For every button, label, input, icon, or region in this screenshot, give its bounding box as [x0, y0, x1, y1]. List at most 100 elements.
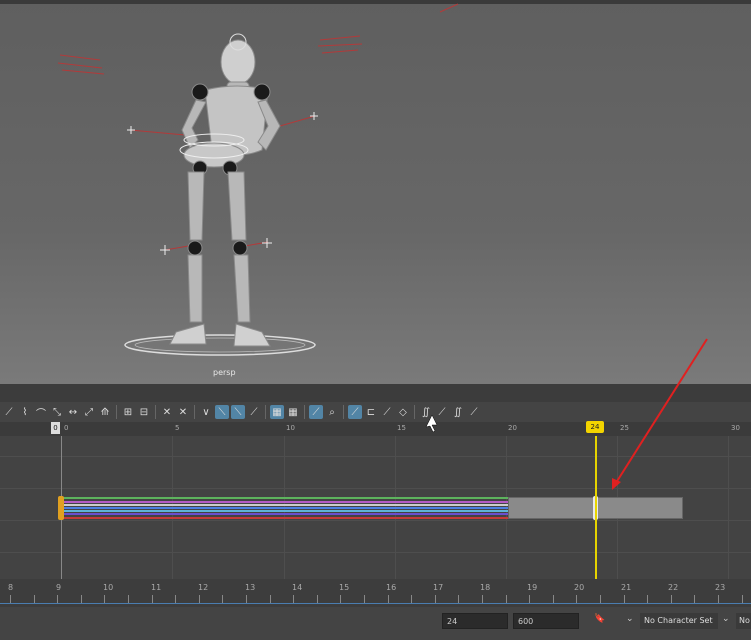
slider-tick	[600, 595, 601, 603]
slider-label: 17	[433, 583, 444, 592]
toolbar-separator	[194, 405, 195, 419]
viewport-persp[interactable]: persp	[0, 0, 751, 384]
graph-time-ruler[interactable]: 0 5 10 15 20 25 30	[0, 422, 751, 436]
spline-tangent-icon[interactable]: ✕	[176, 405, 190, 419]
bookmark-icon[interactable]: 🔖	[594, 614, 605, 624]
ruler-label: 25	[620, 424, 629, 432]
slider-tick	[33, 595, 35, 603]
slider-tick	[57, 595, 59, 603]
lattice-icon[interactable]: ⌒	[34, 405, 48, 420]
toolbar-separator	[343, 405, 344, 419]
camera-label: persp	[213, 368, 236, 377]
range-slider-bar	[0, 607, 751, 640]
character-set-dropdown-2[interactable]: No	[736, 613, 751, 629]
slider-tick	[198, 595, 200, 603]
curve-cyan[interactable]	[62, 510, 508, 512]
start-frame-marker[interactable]: 0	[51, 422, 60, 434]
flat-tangent-icon[interactable]: ⟋	[247, 405, 261, 419]
slider-tick	[340, 595, 342, 603]
cycle-icon[interactable]: ∬	[451, 405, 465, 419]
curve-green[interactable]	[62, 497, 508, 499]
slider-tick	[411, 595, 413, 603]
curve-white[interactable]	[62, 504, 508, 506]
slider-tick	[151, 595, 153, 603]
linear-tangent-icon[interactable]: ∨	[199, 405, 213, 419]
free-weight-icon[interactable]: ⟋	[309, 405, 323, 419]
slider-label: 9	[56, 583, 62, 592]
stats-icon[interactable]: ⊟	[137, 405, 151, 419]
slider-tick	[505, 595, 507, 603]
region-icon[interactable]: ⤡	[50, 405, 64, 419]
time-slider-track	[0, 603, 751, 604]
center-icon[interactable]: ⊞	[121, 405, 135, 419]
ruler-label: 30	[731, 424, 740, 432]
slider-tick	[80, 595, 82, 603]
slider-tick	[222, 595, 224, 603]
slider-tick	[434, 595, 436, 603]
pre-infinity-icon[interactable]: ∬	[419, 405, 433, 419]
stepped-tangent-icon[interactable]: ⟍	[231, 405, 245, 419]
ruler-label: 15	[397, 424, 406, 432]
slider-tick	[670, 595, 672, 603]
unify-tangent-icon[interactable]: ▦	[286, 405, 300, 419]
slider-label: 16	[386, 583, 397, 592]
slider-label: 15	[339, 583, 350, 592]
slider-tick	[647, 595, 649, 603]
slider-tick	[269, 595, 271, 603]
slider-tick	[529, 595, 531, 603]
frame-playback-icon[interactable]: ⟰	[98, 405, 112, 419]
post-infinity-icon[interactable]: ⟋	[435, 405, 449, 419]
ruler-label: 10	[286, 424, 295, 432]
slider-tick	[482, 595, 483, 603]
curve-blue[interactable]	[62, 507, 508, 509]
frame-all-icon[interactable]: ⤢	[82, 405, 96, 419]
toolbar-separator	[304, 405, 305, 419]
load-selection-icon[interactable]: ⊏	[364, 405, 378, 419]
break-tangent-icon[interactable]: ▦	[270, 405, 284, 419]
slider-tick	[623, 595, 625, 603]
slider-tick	[364, 595, 365, 603]
slider-tick	[694, 595, 696, 603]
auto-load-icon[interactable]: ⟋	[348, 405, 362, 419]
move-key-icon[interactable]: ⟋	[2, 405, 16, 419]
curve-red[interactable]	[62, 517, 508, 519]
current-frame-tag[interactable]: 24	[586, 421, 604, 433]
slider-label: 12	[198, 583, 209, 592]
slider-tick	[741, 595, 743, 603]
slider-label: 8	[8, 583, 14, 592]
viewport-scene	[57, 3, 459, 356]
ruler-label: 20	[508, 424, 517, 432]
toolbar-separator	[116, 405, 117, 419]
current-time-indicator[interactable]	[595, 436, 597, 579]
retime-icon[interactable]: ↔	[66, 405, 80, 419]
oscillate-icon[interactable]: ⟋	[467, 405, 481, 419]
curve-purple[interactable]	[62, 501, 508, 503]
slider-label: 11	[151, 583, 162, 592]
character-set-dropdown[interactable]: No Character Set	[640, 613, 718, 629]
slider-tick	[104, 595, 106, 603]
current-frame-field[interactable]: 24	[442, 613, 508, 629]
time-slider[interactable]: 8 9 10 11 12 13 14 15 16 17 18 19 20 21 …	[0, 579, 751, 607]
panel-divider[interactable]	[0, 384, 751, 403]
curve-filter-icon[interactable]: ⟋	[380, 405, 394, 419]
buffer-icon[interactable]: ✕	[160, 405, 174, 419]
insert-key-icon[interactable]: ⌇	[18, 405, 32, 419]
range-end-field[interactable]: 600	[513, 613, 579, 629]
clamped-tangent-icon[interactable]: ⟍	[215, 405, 229, 419]
slider-tick	[718, 595, 719, 603]
slider-tick	[316, 595, 318, 603]
chevron-down-icon[interactable]: ⌄	[722, 614, 730, 624]
selected-keys-start[interactable]	[58, 496, 64, 520]
lock-weight-icon[interactable]: ⌕	[325, 405, 339, 419]
slider-label: 23	[715, 583, 726, 592]
slider-label: 19	[527, 583, 538, 592]
slider-tick	[458, 595, 460, 603]
slider-tick	[175, 595, 177, 603]
slider-label: 10	[103, 583, 114, 592]
curve-violet[interactable]	[62, 513, 508, 515]
slider-tick	[387, 595, 389, 603]
ruler-label: 0	[64, 424, 69, 432]
normalize-icon[interactable]: ◇	[396, 405, 410, 419]
toolbar-separator	[155, 405, 156, 419]
chevron-down-icon[interactable]: ⌄	[626, 614, 634, 624]
